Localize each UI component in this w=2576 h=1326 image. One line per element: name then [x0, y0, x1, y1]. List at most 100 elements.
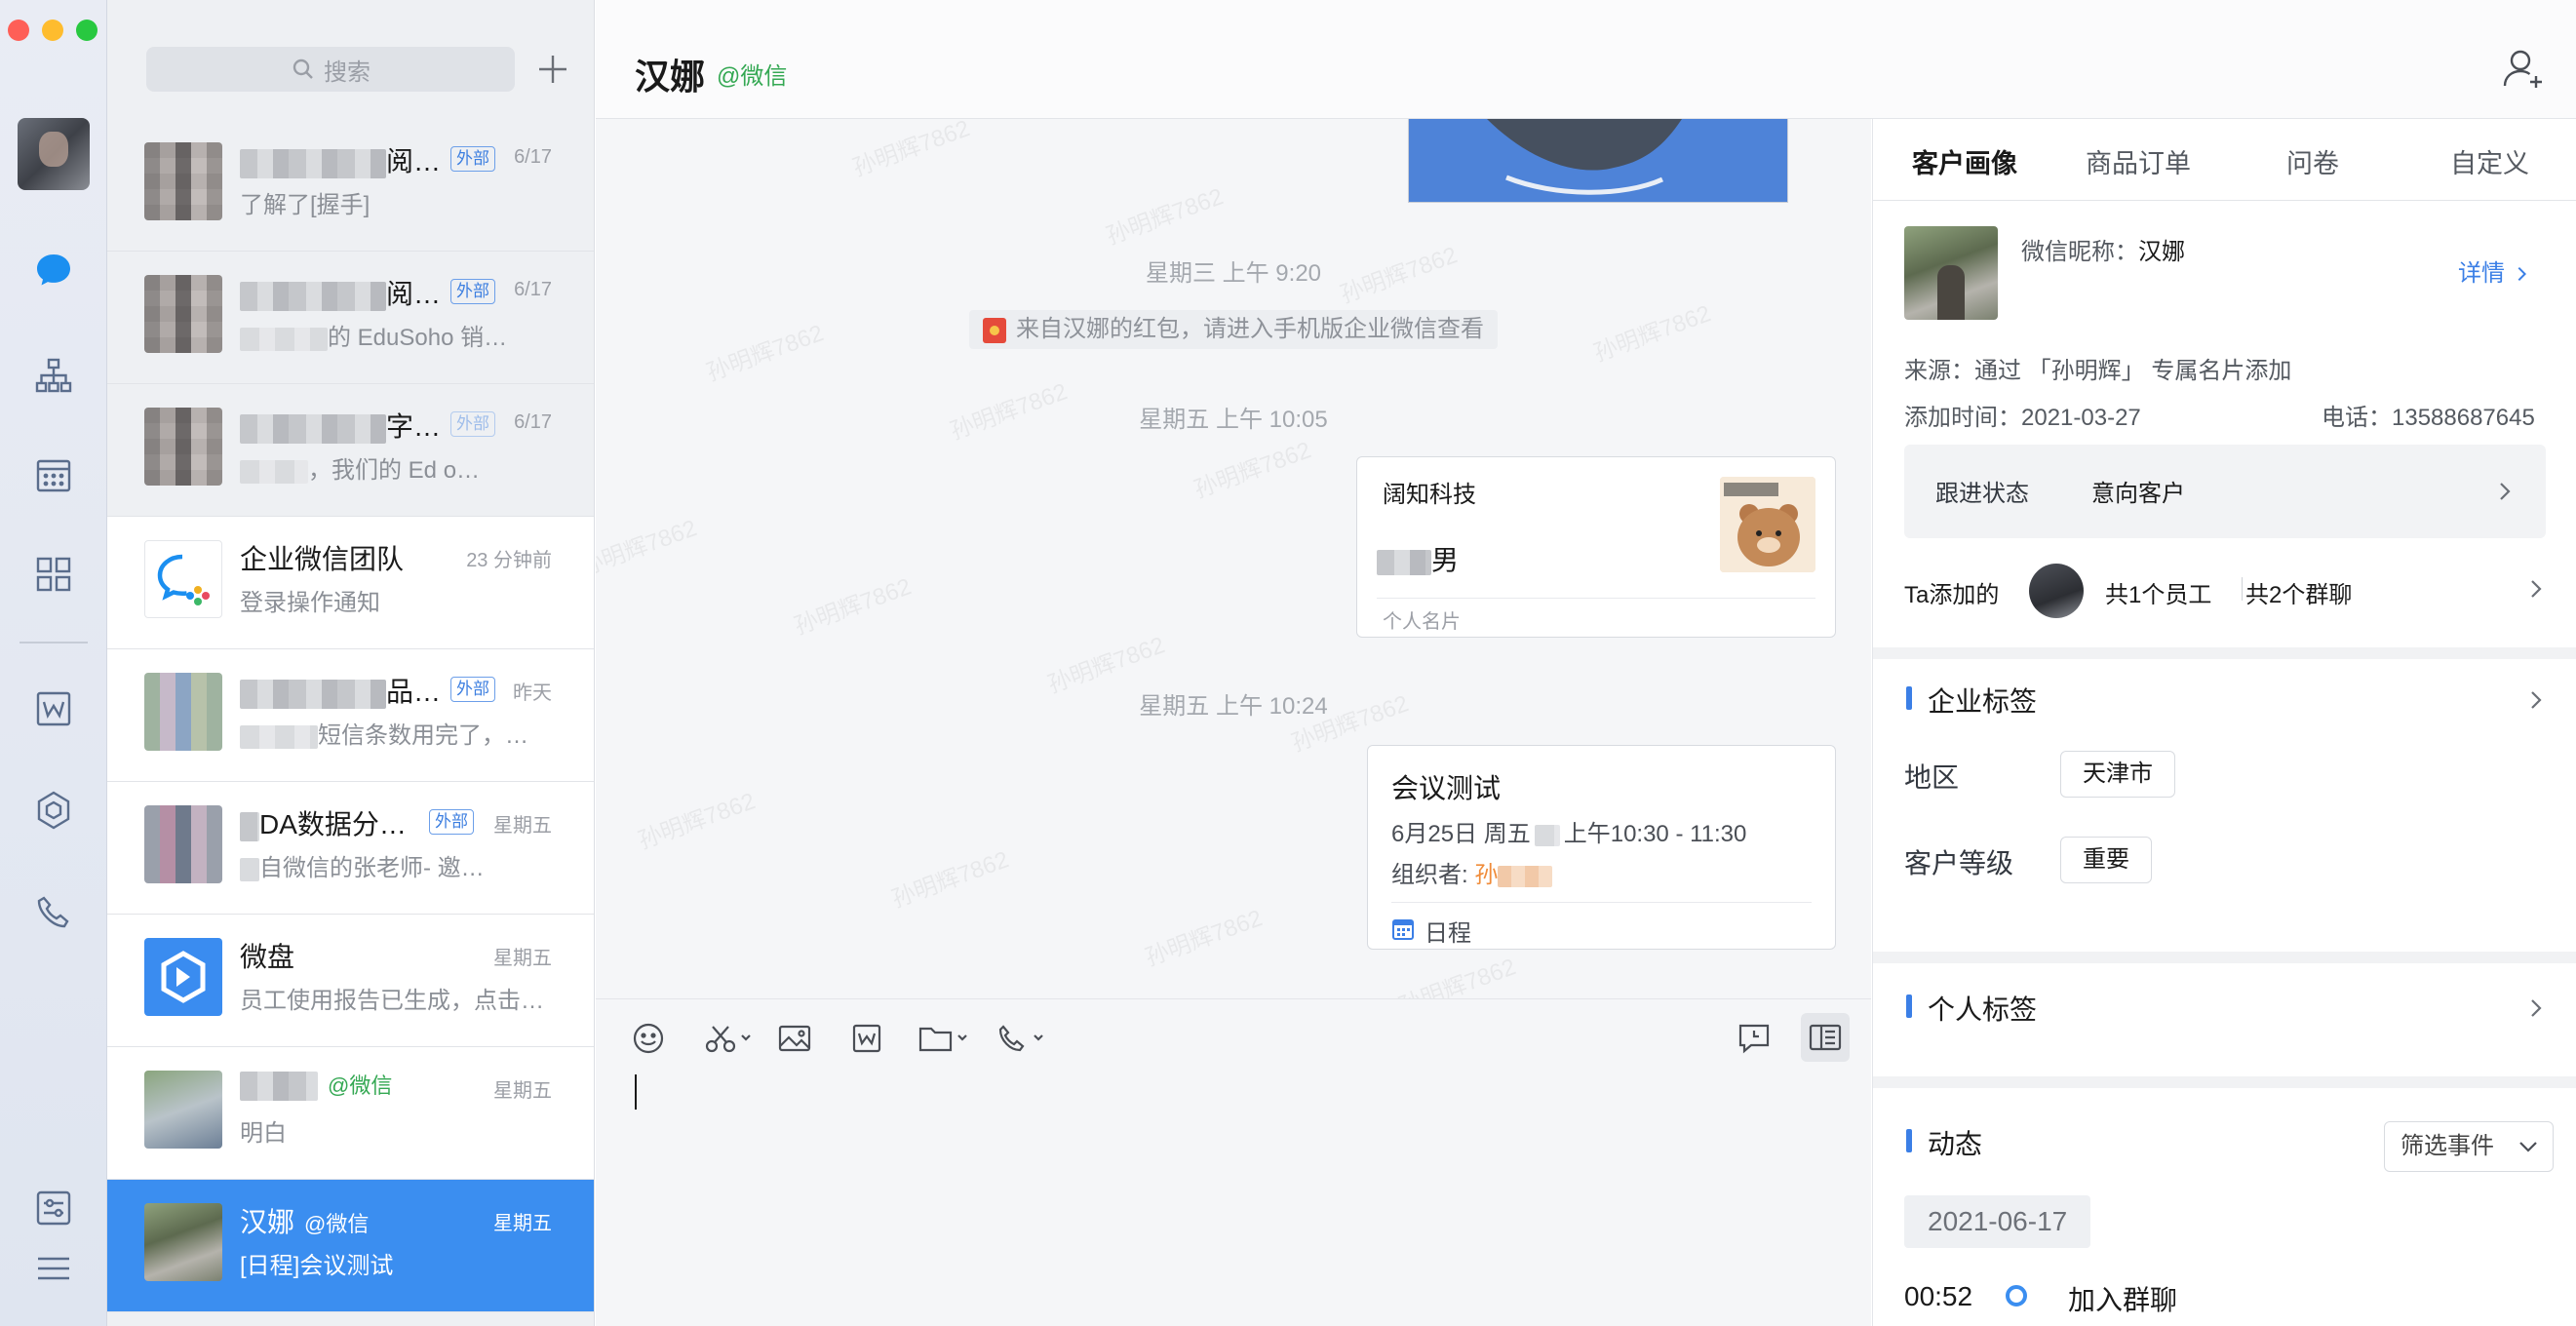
conversation-name: 企业微信团队 — [240, 544, 405, 574]
image-message[interactable] — [1408, 119, 1788, 203]
conversation-time: 6/17 — [514, 279, 552, 300]
activity-event-time: 00:52 — [1904, 1281, 1973, 1311]
watermark: 孙明辉7862 — [1103, 183, 1228, 251]
call-button[interactable] — [997, 1019, 1052, 1058]
conversation-item[interactable]: 微盘 星期五 员工使用报告已生成，点击… — [107, 915, 594, 1047]
section-gap — [1873, 1076, 2576, 1088]
watermark: 孙明辉7862 — [1142, 905, 1267, 972]
schedule-organizer-name: 孙 — [1474, 862, 1499, 888]
filter-events-dropdown[interactable]: 筛选事件 — [2384, 1121, 2554, 1172]
image-button[interactable] — [777, 1019, 812, 1058]
doc-button[interactable] — [849, 1019, 884, 1058]
contact-avatar — [144, 673, 222, 751]
wechat-tag: @微信 — [328, 1073, 393, 1098]
conversation-item[interactable]: 阅… 外部 6/17 了解了[握手] — [107, 119, 594, 252]
tab-orders[interactable]: 商品订单 — [2086, 142, 2191, 180]
conversation-item[interactable]: 企业微信团队 23 分钟前 登录操作通知 — [107, 517, 594, 649]
conversation-name: 字… — [240, 406, 441, 445]
conversation-preview: [日程]会议测试 — [240, 1253, 394, 1279]
conversation-item[interactable]: 字… 外部 6/17 ，我们的 Ed o… — [107, 384, 594, 517]
tag-pill[interactable]: 天津市 — [2060, 751, 2175, 798]
tag-pill[interactable]: 重要 — [2060, 837, 2152, 883]
card-divider — [1391, 902, 1812, 903]
schedule-kind-label: 日程 — [1425, 920, 1471, 947]
phone-call-icon — [998, 1025, 1043, 1052]
chevron-right-icon[interactable] — [2524, 688, 2548, 712]
file-button[interactable] — [917, 1019, 972, 1058]
customer-phone: 电话：13588687645 — [2322, 405, 2535, 431]
contact-card-message[interactable]: 阔知科技 男 个人名片 — [1356, 456, 1836, 638]
phone-icon[interactable] — [27, 885, 80, 938]
window-maximize-button[interactable] — [76, 20, 98, 41]
conversation-item[interactable]: @微信 星期五 明白 — [107, 1047, 594, 1180]
calendar-icon[interactable] — [27, 448, 80, 501]
chevron-right-icon — [2517, 266, 2527, 282]
window-close-button[interactable] — [8, 20, 29, 41]
wecom-logo-icon — [157, 554, 210, 605]
org-chart-icon[interactable] — [27, 349, 80, 402]
schedule-card-message[interactable]: 会议测试 6月25日 周五 上午10:30 - 11:30 组织者: 孙 日程 — [1367, 745, 1836, 950]
tab-custom[interactable]: 自定义 — [2450, 142, 2529, 180]
apps-grid-icon[interactable] — [27, 548, 80, 601]
weipan-avatar — [144, 938, 222, 1016]
conversation-item-active[interactable]: 汉娜 @微信 星期五 [日程]会议测试 — [107, 1180, 594, 1312]
chat-header: 汉娜 @微信 — [596, 0, 2576, 119]
customer-avatar[interactable] — [1904, 226, 1998, 320]
emoji-button[interactable] — [631, 1019, 666, 1058]
conversation-name: @微信 — [240, 1069, 392, 1101]
search-input[interactable]: 搜索 — [146, 47, 515, 92]
bear-sticker-image — [1720, 477, 1815, 572]
hexagon-icon[interactable] — [27, 784, 80, 837]
conversation-time: 星期五 — [493, 1213, 552, 1234]
chat-title: 汉娜 — [635, 57, 706, 97]
add-member-button[interactable] — [2497, 43, 2550, 96]
red-packet-text: 来自汉娜的红包，请进入手机版企业微信查看 — [1016, 316, 1484, 342]
chevron-right-icon[interactable] — [2524, 996, 2548, 1020]
red-packet-notice[interactable]: 来自汉娜的红包，请进入手机版企业微信查看 — [969, 310, 1498, 349]
add-button[interactable] — [527, 43, 579, 96]
sidebar-toggle-button[interactable] — [1801, 1013, 1850, 1062]
my-avatar[interactable] — [18, 118, 90, 190]
company-tags-title[interactable]: 企业标签 — [1906, 681, 2037, 720]
conversation-time: 星期五 — [493, 1080, 552, 1102]
conversation-name-suffix: 字… — [386, 411, 442, 442]
conversation-list: 搜索 阅… 外部 6/17 了解了[握手] 阅… 外部 6/17 的 EduSo… — [107, 0, 595, 1326]
menu-icon[interactable] — [27, 1242, 80, 1295]
conversation-time: 23 分钟前 — [466, 550, 552, 571]
conversation-name-suffix: 品… — [386, 677, 442, 707]
message-input[interactable] — [596, 1072, 1871, 1326]
conversation-preview-text: 短信条数用完了，… — [318, 722, 528, 749]
customer-panel-tabs: 客户画像 商品订单 问卷 自定义 — [1873, 119, 2576, 201]
tab-customer-profile[interactable]: 客户画像 — [1912, 142, 2017, 180]
calendar-icon — [1392, 919, 1414, 940]
follow-status-label: 跟进状态 — [1935, 481, 2029, 507]
watermark: 孙明辉7862 — [1590, 300, 1715, 368]
conversation-preview: ，我们的 Ed o… — [240, 450, 480, 485]
doc-w-icon[interactable] — [27, 682, 80, 735]
tab-survey[interactable]: 问卷 — [2286, 142, 2339, 180]
message-icon[interactable] — [27, 244, 80, 296]
chat-history-button[interactable] — [1737, 1019, 1772, 1058]
message-area[interactable]: 孙明辉7862 孙明辉7862 孙明辉7862 孙明辉7862 孙明辉7862 … — [596, 119, 1871, 998]
conversation-item[interactable]: 阅… 外部 6/17 的 EduSoho 销… — [107, 252, 594, 384]
schedule-organizer-label: 组织者: — [1391, 862, 1475, 888]
activity-title: 动态 — [1906, 1123, 1982, 1162]
conversation-item[interactable]: 品… 外部 昨天 短信条数用完了，… — [107, 649, 594, 782]
conversation-name-text: 汉娜 — [240, 1207, 295, 1237]
card-divider — [1377, 598, 1815, 599]
weipan-logo-icon — [161, 951, 206, 1003]
settings-sliders-icon[interactable] — [27, 1182, 80, 1234]
personal-tags-title[interactable]: 个人标签 — [1906, 989, 2037, 1028]
screenshot-button[interactable] — [703, 1019, 754, 1058]
follow-status-row[interactable]: 跟进状态 意向客户 — [1904, 445, 2546, 538]
external-badge: 外部 — [450, 279, 495, 304]
conversation-item[interactable]: DA数据分… 外部 星期五 自微信的张老师- 邀… — [107, 782, 594, 915]
conversation-name: 品… — [240, 671, 441, 710]
watermark: 孙明辉7862 — [703, 320, 828, 387]
added-by-row[interactable]: Ta添加的 共1个员工 共2个群聊 — [1873, 548, 2576, 632]
window-minimize-button[interactable] — [42, 20, 63, 41]
sidebar-toggle-icon — [1809, 1024, 1842, 1051]
message-timestamp: 星期五 上午 10:05 — [1139, 407, 1328, 433]
detail-link[interactable]: 详情 — [2458, 254, 2530, 288]
conversation-name-suffix: 阅… — [386, 279, 442, 309]
